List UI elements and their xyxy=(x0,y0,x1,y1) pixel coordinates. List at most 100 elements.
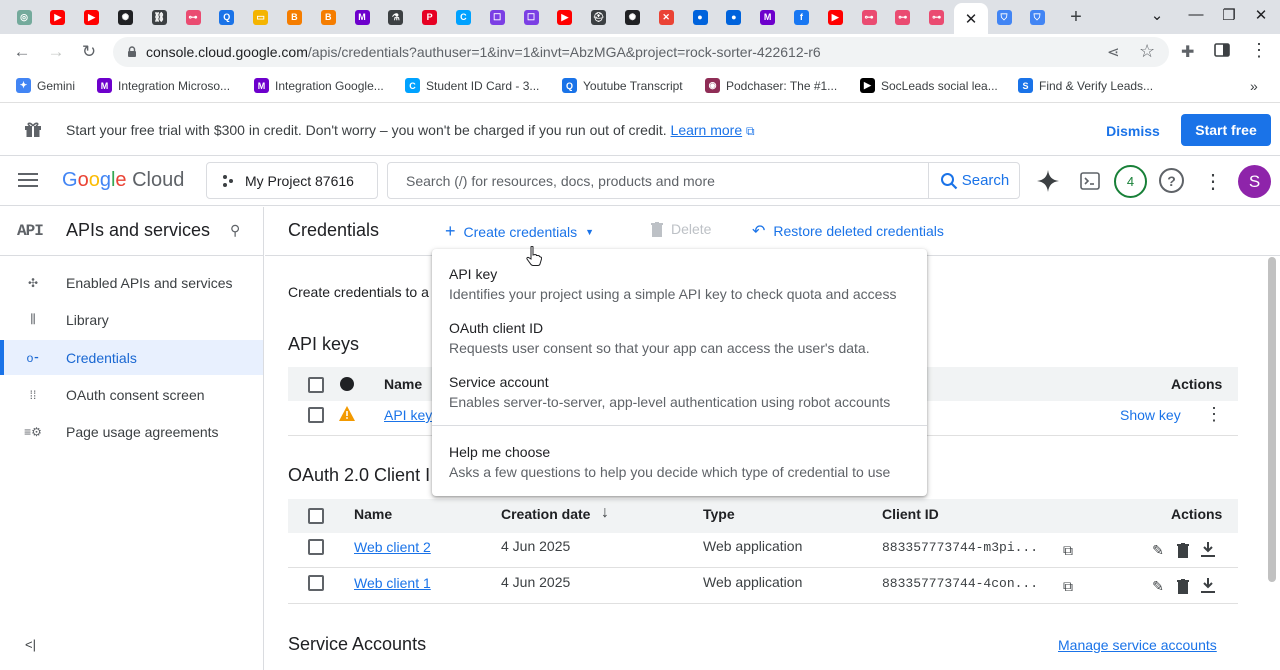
browser-tab[interactable]: ● xyxy=(687,5,713,29)
browser-tab[interactable]: ⊶ xyxy=(890,5,916,29)
row-checkbox[interactable] xyxy=(308,575,324,591)
browser-tab[interactable]: Q xyxy=(214,5,240,29)
forward-button[interactable]: → xyxy=(45,41,67,63)
learn-more-link[interactable]: Learn more xyxy=(671,122,743,138)
cloud-shell-icon[interactable] xyxy=(1078,169,1102,193)
menu-item-api-key[interactable]: API key Identifies your project using a … xyxy=(432,257,927,307)
download-icon[interactable] xyxy=(1199,541,1217,559)
browser-tab[interactable]: ▶ xyxy=(79,5,105,29)
sidebar-item-page-usage-agreements[interactable]: ≡⚙ Page usage agreements xyxy=(0,414,263,449)
avatar[interactable]: S xyxy=(1238,165,1271,198)
browser-tab[interactable]: ▶ xyxy=(822,5,848,29)
bookmark-item[interactable]: M Integration Microso... xyxy=(97,78,230,93)
browser-tab[interactable]: ✕ xyxy=(653,5,679,29)
oauth-client-id-header[interactable]: Client ID xyxy=(882,506,939,522)
back-button[interactable]: ← xyxy=(11,41,33,63)
help-icon[interactable]: ? xyxy=(1159,168,1184,193)
extensions-icon[interactable]: ✚ xyxy=(1181,42,1194,62)
bookmark-item[interactable]: ◉ Podchaser: The #1... xyxy=(705,78,837,93)
hamburger-menu-icon[interactable] xyxy=(18,171,38,189)
api-key-link[interactable]: API key xyxy=(384,407,432,423)
copy-icon[interactable]: ⧉ xyxy=(1059,541,1077,559)
oauth-creation-date-header[interactable]: Creation date xyxy=(501,506,590,522)
sidebar-item-oauth-consent-screen[interactable]: ⁞⁞ OAuth consent screen xyxy=(0,377,263,412)
menu-item-service-account[interactable]: Service account Enables server-to-server… xyxy=(432,365,927,415)
browser-tab[interactable]: ☐ xyxy=(518,5,544,29)
browser-tab[interactable]: M xyxy=(755,5,781,29)
dismiss-button[interactable]: Dismiss xyxy=(1096,115,1170,147)
oauth-type-header[interactable]: Type xyxy=(703,506,735,522)
notifications-badge[interactable]: 4 xyxy=(1114,165,1147,198)
menu-item-help-me-choose[interactable]: Help me choose Asks a few questions to h… xyxy=(432,435,927,485)
address-bar[interactable]: console.cloud.google.com/apis/credential… xyxy=(113,37,1169,67)
more-bookmarks-button[interactable]: » xyxy=(1250,78,1258,94)
start-free-button[interactable]: Start free xyxy=(1181,114,1271,146)
sort-arrow-down-icon[interactable]: ↓ xyxy=(601,504,609,522)
side-panel-icon[interactable] xyxy=(1214,42,1230,58)
select-all-checkbox[interactable] xyxy=(308,508,324,524)
row-checkbox[interactable] xyxy=(308,539,324,555)
project-picker[interactable]: My Project 87616 xyxy=(206,162,378,199)
oauth-name-header[interactable]: Name xyxy=(354,506,392,522)
search-button[interactable]: Search xyxy=(928,163,1020,198)
minimize-button[interactable]: — xyxy=(1186,6,1206,23)
more-options-icon[interactable]: ⋮ xyxy=(1201,169,1225,193)
tab-search-button[interactable]: ⌄ xyxy=(1147,6,1167,24)
close-icon[interactable]: ✕ xyxy=(965,10,978,28)
menu-item-oauth-client-id[interactable]: OAuth client ID Requests user consent so… xyxy=(432,311,927,361)
browser-tab[interactable]: M xyxy=(349,5,375,29)
browser-menu-icon[interactable]: ⋮ xyxy=(1250,40,1268,61)
manage-service-accounts-link[interactable]: Manage service accounts xyxy=(1058,637,1217,653)
gemini-sparkle-icon[interactable] xyxy=(1036,169,1060,193)
browser-tab[interactable]: B xyxy=(281,5,307,29)
trash-icon[interactable] xyxy=(1174,577,1192,595)
browser-tab[interactable]: C xyxy=(450,5,476,29)
browser-tab[interactable]: ⛑ xyxy=(586,5,612,29)
oauth-client-link[interactable]: Web client 2 xyxy=(354,539,431,555)
oauth-client-link[interactable]: Web client 1 xyxy=(354,575,431,591)
bookmark-item[interactable]: S Find & Verify Leads... xyxy=(1018,78,1153,93)
bookmark-item[interactable]: C Student ID Card - 3... xyxy=(405,78,539,93)
browser-tab[interactable]: ⚗ xyxy=(383,5,409,29)
restore-credentials-button[interactable]: ↶ Restore deleted credentials xyxy=(752,221,944,241)
search-input[interactable] xyxy=(389,164,927,197)
bookmark-item[interactable]: Q Youtube Transcript xyxy=(562,78,683,93)
browser-tab[interactable]: ▭ xyxy=(248,5,274,29)
bookmark-item[interactable]: ▶ SocLeads social lea... xyxy=(860,78,998,93)
show-key-button[interactable]: Show key xyxy=(1120,407,1181,423)
maximize-button[interactable]: ❐ xyxy=(1219,6,1239,24)
delete-button[interactable]: Delete xyxy=(651,221,711,237)
google-cloud-logo[interactable]: Google Cloud xyxy=(62,169,184,192)
bookmark-item[interactable]: ✦ Gemini xyxy=(16,78,75,93)
browser-tab[interactable]: ⛉ xyxy=(1024,5,1050,29)
browser-tab[interactable]: ◎ xyxy=(11,5,37,29)
browser-tab[interactable]: ⛓ xyxy=(146,5,172,29)
new-tab-button[interactable]: + xyxy=(1062,5,1090,29)
page-scrollbar[interactable] xyxy=(1268,257,1276,582)
trash-icon[interactable] xyxy=(1174,541,1192,559)
browser-tab[interactable]: B xyxy=(315,5,341,29)
sidebar-item-credentials[interactable]: o⁃ Credentials xyxy=(0,340,263,375)
download-icon[interactable] xyxy=(1199,577,1217,595)
edit-icon[interactable]: ✎ xyxy=(1149,541,1167,559)
edit-icon[interactable]: ✎ xyxy=(1149,577,1167,595)
window-close-button[interactable]: ✕ xyxy=(1251,6,1271,24)
active-tab[interactable]: ✕ xyxy=(954,3,988,34)
browser-tab[interactable]: ☐ xyxy=(484,5,510,29)
browser-tab[interactable]: P xyxy=(417,5,443,29)
reload-button[interactable]: ↻ xyxy=(78,41,100,63)
create-credentials-button[interactable]: + Create credentials ▼ xyxy=(445,221,594,242)
browser-tab[interactable]: f xyxy=(788,5,814,29)
browser-tab[interactable]: ● xyxy=(721,5,747,29)
browser-tab[interactable]: ⊶ xyxy=(924,5,950,29)
browser-tab[interactable]: ▶ xyxy=(552,5,578,29)
bookmark-star-icon[interactable]: ☆ xyxy=(1139,41,1155,62)
copy-icon[interactable]: ⧉ xyxy=(1059,577,1077,595)
browser-tab[interactable]: ▶ xyxy=(45,5,71,29)
api-keys-name-header[interactable]: Name xyxy=(384,376,422,392)
browser-tab[interactable]: ⛉ xyxy=(991,5,1017,29)
share-icon[interactable]: ⋖ xyxy=(1107,43,1120,61)
pin-icon[interactable]: ⚲ xyxy=(230,222,240,239)
sidebar-item-library[interactable]: ⫼ Library xyxy=(0,302,263,337)
row-checkbox[interactable] xyxy=(308,407,324,423)
